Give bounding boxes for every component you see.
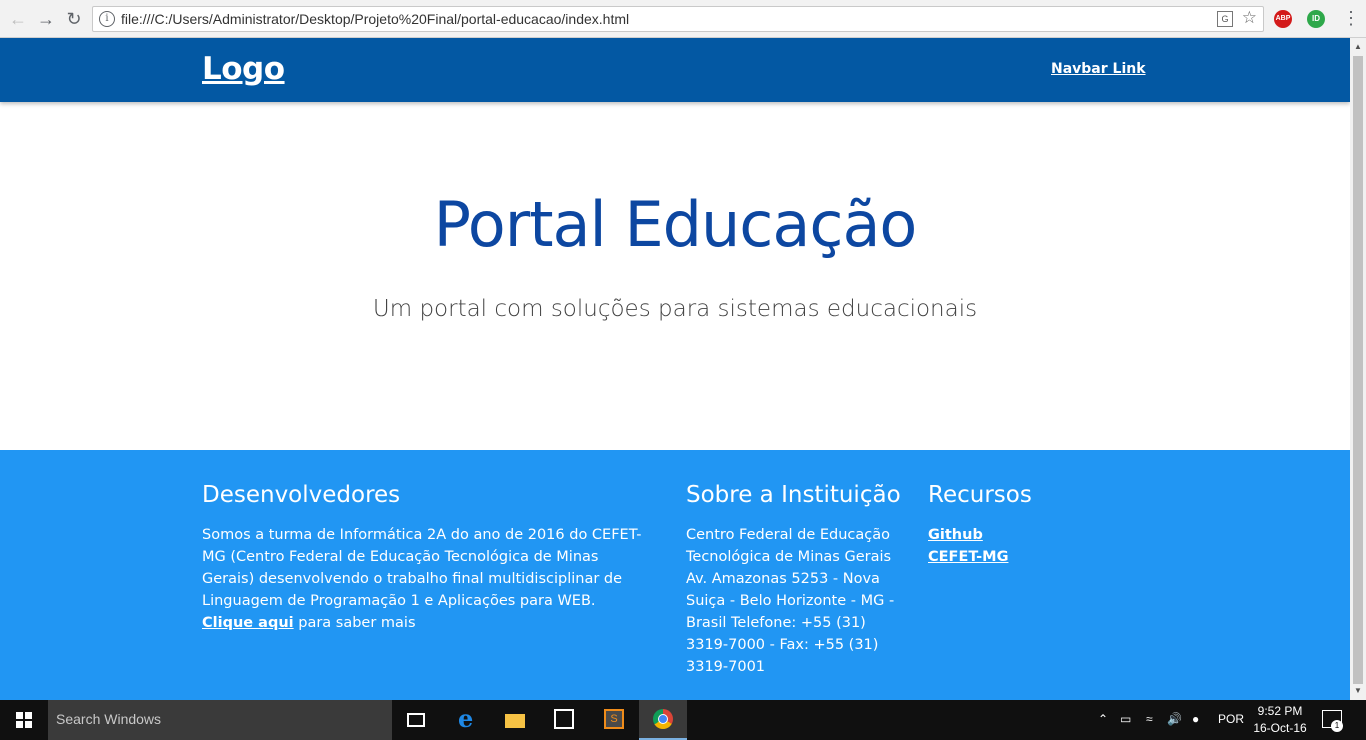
developers-description: Somos a turma de Informática 2A do ano d…	[202, 527, 642, 609]
resources-heading: Recursos	[928, 482, 1032, 508]
page-scrollbar[interactable]: ▲ ▼	[1350, 38, 1366, 700]
input-language[interactable]: POR	[1218, 712, 1244, 726]
scroll-down-arrow-icon[interactable]: ▼	[1350, 684, 1366, 698]
reload-icon[interactable]: ↻	[64, 9, 84, 29]
logo-link[interactable]: Logo	[202, 51, 285, 87]
page-title: Portal Educação	[433, 188, 918, 261]
task-view-icon	[407, 713, 425, 727]
browser-toolbar: ← → ↻ i file:///C:/Users/Administrator/D…	[0, 0, 1366, 38]
page-subtitle: Um portal com soluções para sistemas edu…	[372, 296, 978, 322]
store-taskbar-button[interactable]	[540, 700, 588, 740]
browser-menu-icon[interactable]: ⋮	[1342, 8, 1360, 30]
forward-arrow-icon[interactable]: →	[36, 9, 56, 29]
page-info-icon[interactable]: i	[99, 11, 115, 27]
task-view-button[interactable]	[392, 700, 440, 740]
wifi-icon[interactable]: ≈	[1146, 712, 1153, 726]
battery-icon[interactable]: ▭	[1120, 712, 1131, 726]
store-bag-icon	[554, 709, 574, 729]
click-here-link[interactable]: Clique aqui	[202, 615, 294, 631]
web-page: Logo Navbar Link Portal Educação Um port…	[0, 38, 1350, 700]
sublime-taskbar-button[interactable]: S	[590, 700, 638, 740]
navbar: Logo Navbar Link	[0, 38, 1350, 102]
edge-icon: e	[458, 704, 474, 733]
click-here-suffix: para saber mais	[293, 615, 416, 631]
clock-time: 9:52 PM	[1257, 704, 1303, 718]
taskbar-search-placeholder: Search Windows	[56, 711, 162, 727]
file-explorer-taskbar-button[interactable]	[491, 700, 539, 740]
developers-heading: Desenvolvedores	[202, 482, 401, 508]
folder-icon	[505, 714, 525, 728]
institution-text: Centro Federal de Educação Tecnológica d…	[686, 527, 895, 675]
address-url[interactable]: file:///C:/Users/Administrator/Desktop/P…	[121, 11, 629, 27]
back-arrow-icon[interactable]: ←	[8, 9, 28, 29]
taskbar-search[interactable]: Search Windows	[48, 700, 392, 740]
clock-date: 16-Oct-16	[1253, 721, 1307, 735]
cefet-mg-link[interactable]: CEFET-MG	[928, 549, 1008, 565]
scrollbar-thumb[interactable]	[1353, 56, 1363, 684]
bookmark-star-icon[interactable]: ☆	[1242, 8, 1257, 28]
volume-icon[interactable]: 🔊	[1167, 712, 1182, 726]
address-bar[interactable]: i file:///C:/Users/Administrator/Desktop…	[92, 6, 1264, 32]
developers-text-block: Somos a turma de Informática 2A do ano d…	[202, 524, 642, 634]
resources-list: Github CEFET-MG	[928, 524, 1108, 568]
adblock-extension-icon[interactable]: ABP	[1274, 10, 1292, 28]
sublime-text-icon: S	[604, 709, 624, 729]
windows-logo-icon	[16, 712, 32, 728]
chrome-icon	[653, 709, 673, 729]
scroll-up-arrow-icon[interactable]: ▲	[1350, 40, 1366, 54]
weather-icon[interactable]: ●	[1192, 712, 1199, 726]
start-button[interactable]	[0, 700, 48, 740]
chrome-taskbar-button[interactable]	[639, 700, 687, 740]
navbar-link[interactable]: Navbar Link	[1051, 61, 1146, 77]
edge-taskbar-button[interactable]: e	[444, 700, 492, 740]
github-link[interactable]: Github	[928, 527, 983, 543]
notification-count-badge: 1	[1331, 720, 1343, 732]
footer: Desenvolvedores Somos a turma de Informá…	[0, 450, 1350, 700]
id-extension-icon[interactable]: ID	[1307, 10, 1325, 28]
windows-taskbar: Search Windows e S ⌃ ▭ ≈ 🔊 ● POR 9:52 PM…	[0, 700, 1366, 740]
translate-icon[interactable]: G	[1217, 11, 1233, 27]
show-hidden-icons-chevron-icon[interactable]: ⌃	[1098, 712, 1108, 726]
institution-heading: Sobre a Instituição	[686, 482, 901, 508]
taskbar-clock[interactable]: 9:52 PM 16-Oct-16	[1250, 703, 1310, 737]
